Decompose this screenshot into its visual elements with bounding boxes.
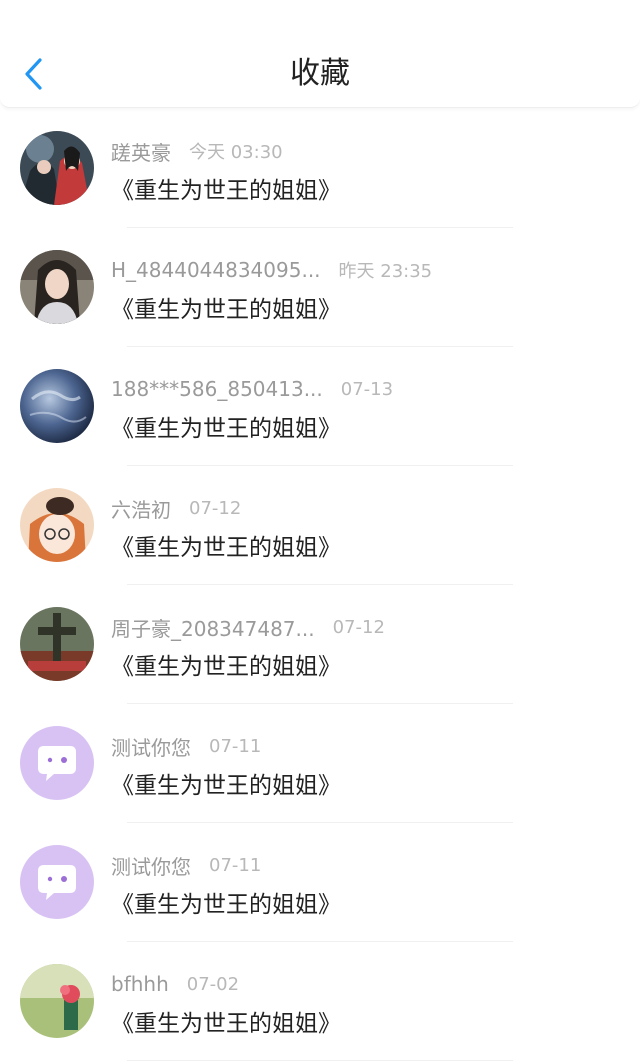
avatar[interactable]: [20, 369, 94, 443]
chat-bubble-icon: [20, 726, 94, 800]
item-meta: 六浩初 07-12: [111, 494, 241, 522]
item-meta: 测试你您 07-11: [111, 732, 261, 760]
book-title[interactable]: 《重生为世王的姐姐》: [111, 290, 341, 324]
avatar[interactable]: [20, 488, 94, 562]
list-item[interactable]: 周子豪_208347487... 07-12 《重生为世王的姐姐》: [0, 585, 640, 704]
list-item[interactable]: 蹉英豪 今天 03:30 《重生为世王的姐姐》: [0, 109, 640, 228]
book-title[interactable]: 《重生为世王的姐姐》: [111, 409, 341, 443]
list-item[interactable]: H_4844044834095... 昨天 23:35 《重生为世王的姐姐》: [0, 228, 640, 347]
avatar[interactable]: [20, 964, 94, 1038]
item-meta: 周子豪_208347487... 07-12: [111, 613, 385, 641]
list-item[interactable]: 188***586_850413... 07-13 《重生为世王的姐姐》: [0, 347, 640, 466]
list-item[interactable]: 六浩初 07-12 《重生为世王的姐姐》: [0, 466, 640, 585]
book-title[interactable]: 《重生为世王的姐姐》: [111, 885, 341, 919]
timestamp: 昨天 23:35: [338, 261, 433, 282]
user-name: 188***586_850413...: [111, 377, 323, 401]
item-meta: 测试你您 07-11: [111, 851, 261, 879]
user-name: 测试你您: [111, 735, 191, 760]
item-meta: 188***586_850413... 07-13: [111, 375, 393, 403]
avatar[interactable]: [20, 607, 94, 681]
list-item[interactable]: 测试你您 07-11 《重生为世王的姐姐》: [0, 704, 640, 823]
timestamp: 07-12: [332, 616, 385, 638]
item-meta: H_4844044834095... 昨天 23:35: [111, 256, 432, 284]
list-item[interactable]: 测试你您 07-11 《重生为世王的姐姐》: [0, 823, 640, 942]
timestamp: 今天 03:30: [189, 142, 283, 163]
item-meta: 蹉英豪 今天 03:30: [111, 137, 283, 165]
avatar[interactable]: [20, 845, 94, 919]
book-title[interactable]: 《重生为世王的姐姐》: [111, 528, 341, 562]
timestamp: 07-11: [209, 735, 262, 757]
user-name: 六浩初: [111, 497, 171, 522]
avatar[interactable]: [20, 131, 94, 205]
user-name: 测试你您: [111, 854, 191, 879]
book-title[interactable]: 《重生为世王的姐姐》: [111, 647, 341, 681]
timestamp: 07-12: [189, 497, 242, 519]
list-item[interactable]: bfhhh 07-02 《重生为世王的姐姐》: [0, 942, 640, 1061]
user-name: 蹉英豪: [111, 140, 171, 165]
book-title[interactable]: 《重生为世王的姐姐》: [111, 766, 341, 800]
timestamp: 07-13: [340, 378, 394, 400]
timestamp: 07-02: [186, 973, 240, 995]
avatar[interactable]: [20, 726, 94, 800]
item-meta: bfhhh 07-02: [111, 970, 239, 998]
avatar[interactable]: [20, 250, 94, 324]
user-name: H_4844044834095...: [111, 258, 321, 282]
book-title[interactable]: 《重生为世王的姐姐》: [111, 171, 341, 205]
user-name: 周子豪_208347487...: [111, 616, 315, 641]
top-nav-bar: 收藏: [0, 0, 640, 108]
user-name: bfhhh: [111, 972, 169, 996]
chat-bubble-icon: [20, 845, 94, 919]
book-title[interactable]: 《重生为世王的姐姐》: [111, 1004, 341, 1038]
page-title: 收藏: [290, 56, 350, 91]
timestamp: 07-11: [209, 854, 262, 876]
